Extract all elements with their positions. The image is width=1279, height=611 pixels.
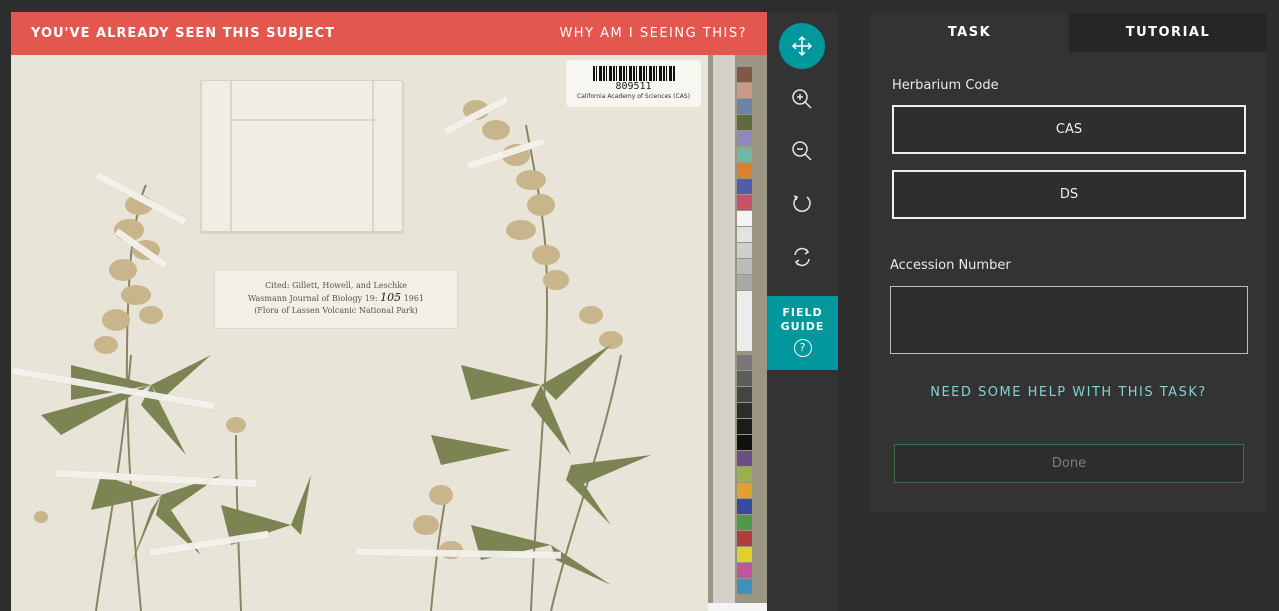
zoom-in-icon	[792, 89, 812, 109]
subject-viewer[interactable]: YOU'VE ALREADY SEEN THIS SUBJECT WHY AM …	[11, 12, 767, 611]
herbarium-sheet: 809511 California Academy of Sciences (C…	[11, 55, 708, 611]
already-seen-banner: YOU'VE ALREADY SEEN THIS SUBJECT WHY AM …	[11, 12, 767, 55]
specimen-image[interactable]: 809511 California Academy of Sciences (C…	[11, 55, 767, 611]
accession-number-question: Accession Number	[890, 258, 1011, 273]
accession-number-input[interactable]	[890, 286, 1248, 354]
barcode-institution: California Academy of Sciences (CAS)	[577, 93, 690, 100]
field-guide-button[interactable]: FIELD GUIDE ?	[767, 296, 838, 370]
zoom-out-icon	[792, 141, 812, 161]
barcode-label: 809511 California Academy of Sciences (C…	[566, 60, 701, 107]
why-seeing-link[interactable]: WHY AM I SEEING THIS?	[559, 26, 747, 41]
zoom-in-button[interactable]	[779, 76, 825, 122]
move-button[interactable]	[779, 23, 825, 69]
tab-task[interactable]: TASK	[870, 13, 1069, 52]
answer-ds-button[interactable]: DS	[892, 170, 1246, 219]
task-panel: TASK TUTORIAL Herbarium Code CAS DS Acce…	[870, 13, 1267, 513]
help-question-icon: ?	[793, 339, 812, 357]
tab-tutorial[interactable]: TUTORIAL	[1069, 13, 1267, 52]
image-toolbar: FIELD GUIDE ?	[767, 12, 838, 611]
barcode-number: 809511	[615, 81, 652, 92]
specimen-envelope	[201, 80, 403, 232]
herbarium-code-question: Herbarium Code	[892, 78, 999, 93]
reset-icon	[794, 247, 810, 267]
barcode-bars	[592, 66, 675, 81]
answer-cas-button[interactable]: CAS	[892, 105, 1246, 154]
citation-line-3: (Flora of Lassen Volcanic National Park)	[254, 306, 418, 315]
rotate-button[interactable]	[779, 180, 825, 226]
citation-line-1: Cited: Gillett, Howell, and Leschke	[265, 281, 407, 290]
rotate-icon	[793, 195, 811, 212]
task-tabs: TASK TUTORIAL	[870, 13, 1267, 52]
zoom-out-button[interactable]	[779, 128, 825, 174]
already-seen-text: YOU'VE ALREADY SEEN THIS SUBJECT	[31, 26, 336, 41]
field-guide-label-1: FIELD	[782, 306, 823, 319]
citation-line-2: Wasmann Journal of Biology 19: 105 1961	[247, 291, 425, 304]
move-icon	[791, 35, 813, 57]
reset-button[interactable]	[779, 234, 825, 280]
citation-handwritten-number: 105	[380, 291, 402, 304]
task-help-link[interactable]: NEED SOME HELP WITH THIS TASK?	[870, 385, 1267, 400]
citation-label: Cited: Gillett, Howell, and Leschke Wasm…	[214, 269, 458, 329]
color-scale-ruler	[708, 55, 767, 611]
done-button[interactable]: Done	[894, 444, 1244, 483]
field-guide-label-2: GUIDE	[780, 320, 825, 333]
